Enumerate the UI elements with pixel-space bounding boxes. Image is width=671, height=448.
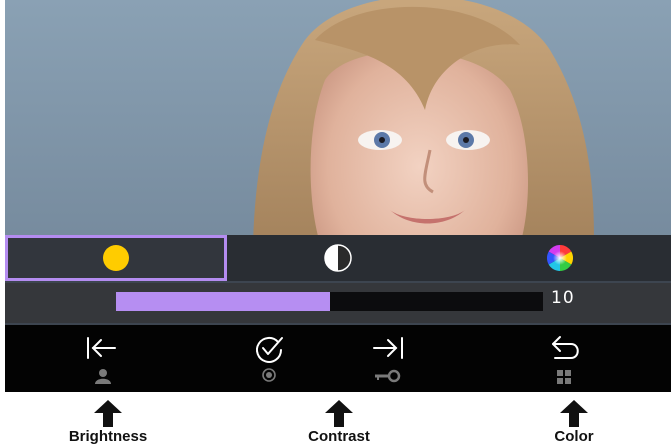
confirm-check-icon (256, 336, 283, 363)
monitor-screen: 10 (5, 0, 671, 392)
level-value: 10 (551, 288, 575, 308)
forward-to-end-icon (373, 337, 403, 359)
brightness-pointer-arrow-icon (94, 400, 122, 427)
contrast-mode-button[interactable] (227, 235, 449, 281)
contrast-pointer-arrow-icon (325, 400, 353, 427)
contrast-label: Contrast (308, 428, 370, 445)
brightness-label: Brightness (68, 428, 148, 445)
adjust-mode-bar (5, 235, 671, 281)
color-label: Color (554, 428, 594, 445)
nav-bar (5, 325, 671, 392)
person-icon (95, 369, 111, 384)
contrast-icon (324, 244, 352, 272)
level-bar: 10 (5, 283, 671, 323)
brightness-mode-button[interactable] (5, 235, 227, 281)
grid-icon (557, 370, 571, 384)
forward-to-end-button[interactable] (346, 325, 426, 392)
return-button[interactable] (525, 325, 605, 392)
back-to-start-icon (87, 337, 116, 359)
level-slider-fill (116, 292, 330, 311)
radio-dot-icon (262, 368, 276, 382)
color-mode-button[interactable] (449, 235, 671, 281)
confirm-button[interactable] (229, 325, 309, 392)
key-icon (375, 369, 401, 383)
return-arrow-icon (552, 336, 579, 359)
color-pointer-arrow-icon (560, 400, 588, 427)
sun-dot-icon (103, 245, 129, 271)
back-to-start-button[interactable] (63, 325, 143, 392)
level-slider[interactable] (116, 292, 543, 311)
color-wheel-icon (546, 244, 574, 272)
